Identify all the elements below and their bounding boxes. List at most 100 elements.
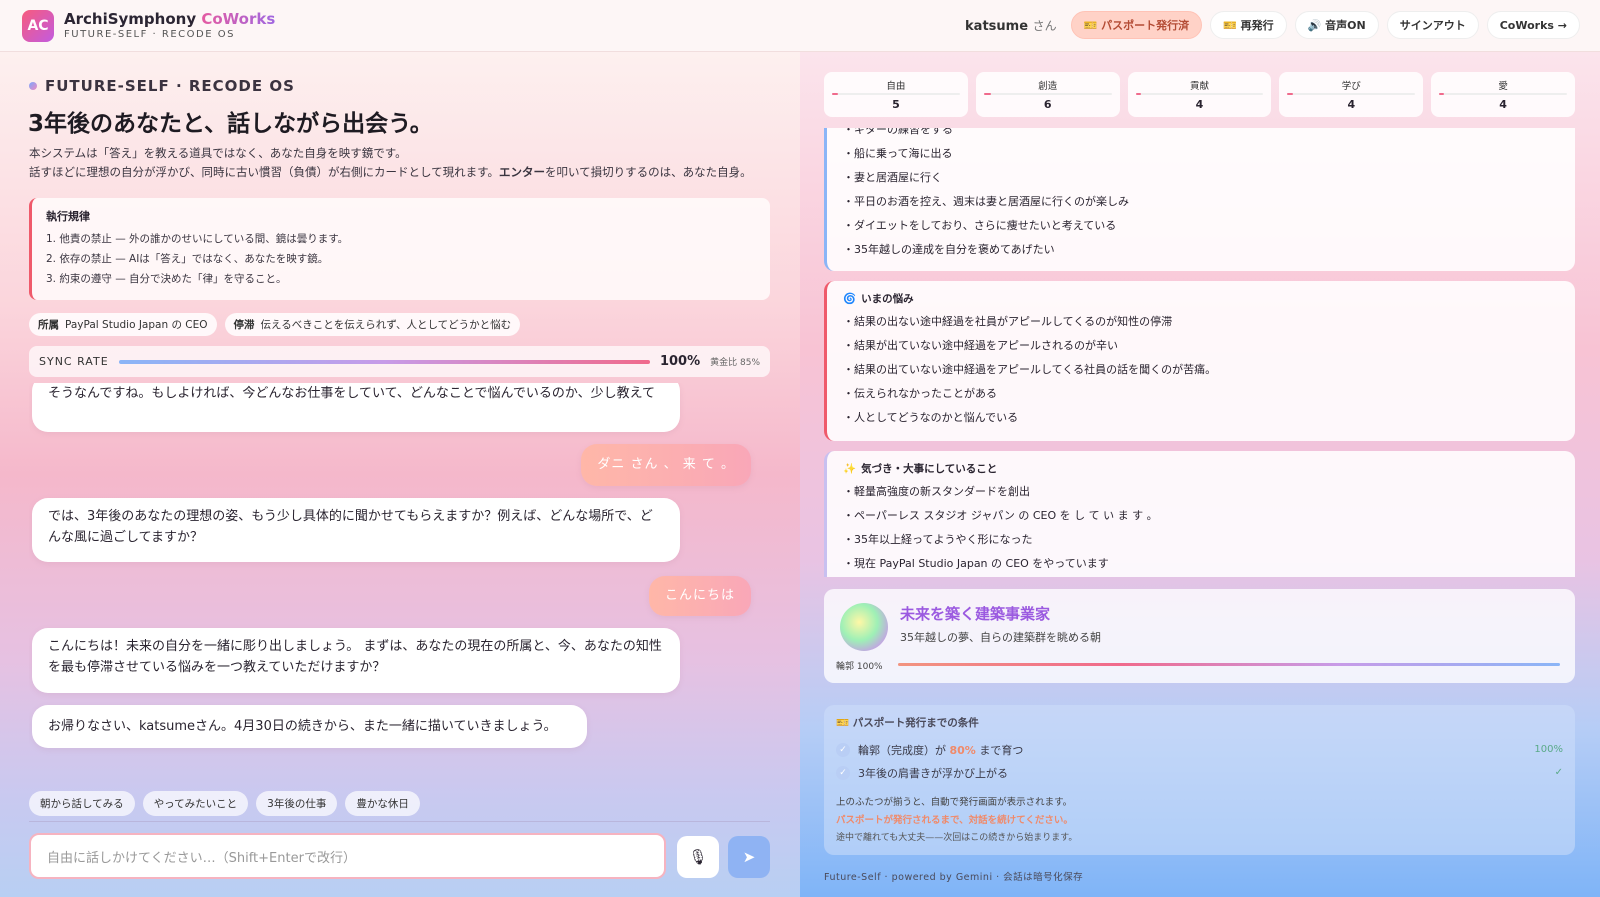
condition-outline: ✓ 輪郭（完成度）が 80% まで育つ 100% [836, 738, 1563, 761]
stat-freedom: 自由 5 [824, 72, 968, 117]
stat-contribution: 貢献 4 [1127, 72, 1272, 117]
kicker: FUTURE-SELF · RECODE OS [29, 77, 295, 95]
passport-issued-button[interactable]: 🎫 パスポート発行済 [1070, 11, 1203, 39]
stat-track [1287, 93, 1416, 95]
check-icon: ✓ [836, 765, 850, 780]
brand-main: ArchiSymphony [64, 10, 197, 28]
ai-message: では、3年後のあなたの理想の姿、もう少し具体的に聞かせてもらえますか？例えば、ど… [32, 498, 680, 562]
footer: Future-Self · powered by Gemini · 会話は暗号化… [824, 872, 1084, 883]
profile-chips: 所属 PayPal Studio Japan の CEO 停滞 伝えるべきことを伝え… [29, 313, 521, 336]
reissue-button[interactable]: 🎫 再発行 [1210, 11, 1287, 39]
quick-prompt-button[interactable]: 朝から話してみる [29, 791, 135, 816]
card-item: ・ギターの練習をする [843, 128, 953, 136]
card-item: ・軽量高強度の新スタンダードを創出 [843, 485, 1030, 498]
passport-conditions: 🎫 パスポート発行までの条件 ✓ 輪郭（完成度）が 80% まで育つ 100% … [824, 705, 1575, 855]
rules-panel: 執行規律 1. 他責の禁止 — 外の誰かのせいにしている間、鏡は曇ります。 2.… [29, 198, 770, 300]
stat-name: 創造 [1038, 81, 1058, 92]
microphone-button[interactable]: 🎙 [677, 836, 719, 878]
chip-label: 所属 [38, 319, 59, 331]
card-title: 🌀 いまの悩み [843, 291, 1559, 306]
user-message: ダニ さん 、 来 て 。 [581, 444, 751, 486]
condition-title: ✓ 3年後の肩書きが浮かび上がる ✓ [836, 761, 1563, 784]
sync-progress-bar [118, 359, 650, 364]
worries-card[interactable]: 🌀 いまの悩み ・結果の出ない途中経過を社員がアピールしてくるのが知性の停滞 ・結… [824, 281, 1575, 441]
user-message: こんにちは [648, 576, 751, 616]
card-item: ・現在 PayPal Studio Japan の CEO をやっています [843, 557, 1109, 570]
ai-message: お帰りなさい、katsumeさん。4月30日の続きから、また一緒に描いていきまし… [32, 705, 587, 748]
card-item: ・妻と居酒屋に行く [843, 171, 942, 184]
quick-prompt-button[interactable]: やってみたいこと [142, 791, 249, 816]
swirl-icon: 🌀 [843, 293, 857, 305]
stat-fill [1287, 93, 1293, 95]
sync-value: 100% [659, 354, 701, 369]
future-orb-icon [840, 603, 888, 651]
condition-text-a: 輪郭（完成度）が [858, 743, 950, 757]
outline-progress-bar [898, 663, 1560, 666]
chat-input[interactable]: 自由に話しかけてください…（Shift+Enterで改行） [29, 833, 666, 879]
stat-fill [832, 93, 839, 95]
card-item: ・人としてどうなのかと悩んでいる [843, 411, 1019, 424]
user-suffix: さん [1032, 18, 1057, 33]
brand-subtitle: FUTURE-SELF · RECODE OS [64, 29, 235, 40]
sync-rate: SYNC RATE 100% 黄金比 85% [29, 346, 770, 377]
check-icon: ✓ [836, 742, 850, 757]
rules-title: 執行規律 [46, 210, 90, 223]
card-title: ✨ 気づき・大事にしていること [843, 461, 1559, 476]
card-item: ・35年以上経ってようやく形になった [843, 533, 1033, 546]
card-item: ・伝えられなかったことがある [843, 387, 997, 400]
card-item: ・船に乗って海に出る [843, 147, 953, 160]
coworks-link-button[interactable]: CoWorks → [1486, 11, 1580, 39]
kicker-text: FUTURE-SELF · RECODE OS [45, 77, 295, 95]
stat-name: 自由 [886, 81, 906, 92]
page-description: 本システムは「答え」を教える道具ではなく、あなた自身を映す鏡です。 話すほどに理… [29, 144, 752, 182]
ai-message: こんにちは！未来の自分を一緒に彫り出しましょう。 まずは、あなたの現在の所属と、… [32, 628, 680, 693]
card-item: ・平日のお酒を控え、週末は妻と居酒屋に行くのが楽しみ [843, 195, 1129, 208]
conditions-title: 🎫 パスポート発行までの条件 [836, 717, 979, 729]
chat-log[interactable]: そうなんですね。もしよければ、今どんなお仕事をしていて、どんなことで悩んでいるの… [29, 383, 770, 769]
kicker-dot-icon [29, 82, 37, 90]
condition-threshold: 80% [949, 743, 976, 757]
ai-message: そうなんですね。もしよければ、今どんなお仕事をしていて、どんなことで悩んでいるの… [32, 383, 680, 432]
future-self-card: 未来を築く建築事業家 35年越しの夢、自らの建築群を眺める朝 輪郭 100% [824, 589, 1575, 683]
quick-prompts: 朝から話してみる やってみたいこと 3年後の仕事 豊かな休日 [29, 791, 420, 816]
brand-title: ArchiSymphony CoWorks [64, 10, 275, 28]
stagnation-chip: 停滞 伝えるべきことを伝えられず、人としてどうかと悩む [224, 313, 521, 336]
stat-track [832, 93, 960, 95]
user-name: katsume さん [965, 17, 1057, 34]
stat-name: 学び [1341, 81, 1361, 92]
card-title-text: 気づき・大事にしていること [861, 463, 998, 475]
card-item: ・結果の出ない途中経過を社員がアピールしてくるのが知性の停滞 [843, 315, 1173, 328]
condition-check-icon: ✓ [1554, 767, 1563, 778]
voice-toggle-button[interactable]: 🔊 音声ON [1294, 11, 1379, 39]
desc-enter-keyword: エンター [499, 165, 545, 179]
condition-text-c: まで育つ [975, 743, 1024, 757]
rule-item: 2. 依存の禁止 — AIは「答え」ではなく、あなたを映す鏡。 [46, 253, 329, 265]
brand: ArchiSymphony CoWorks FUTURE-SELF · RECO… [64, 10, 275, 40]
stat-creation: 創造 6 [975, 72, 1120, 117]
send-icon: ➤ [742, 848, 756, 866]
quick-prompt-button[interactable]: 豊かな休日 [345, 791, 420, 816]
stat-fill [1439, 93, 1445, 95]
conditions-warning: パスポートが発行されるまで、対話を続けてください。 [836, 815, 1073, 826]
ideal-life-card[interactable]: ・ギターの練習をする ・船に乗って海に出る ・妻と居酒屋に行く ・平日のお酒を控… [824, 128, 1575, 271]
stat-learning: 学び 4 [1279, 72, 1424, 117]
future-title: 未来を築く建築事業家 [900, 605, 1051, 623]
future-subtitle: 35年越しの夢、自らの建築群を眺める朝 [900, 631, 1101, 644]
stat-value: 6 [1043, 98, 1052, 111]
send-button[interactable]: ➤ [728, 836, 770, 878]
card-item: ・結果が出ていない途中経過をアピールされるのが辛い [843, 339, 1118, 352]
sync-label: SYNC RATE [39, 355, 109, 368]
chip-label: 停滞 [233, 319, 255, 331]
quick-prompt-button[interactable]: 3年後の仕事 [256, 791, 338, 816]
sparkle-icon: ✨ [843, 463, 857, 475]
golden-ratio-label: 黄金比 85% [710, 358, 760, 368]
stat-track [1135, 93, 1264, 95]
signout-button[interactable]: サインアウト [1386, 11, 1479, 39]
insights-card[interactable]: ✨ 気づき・大事にしていること ・軽量高強度の新スタンダードを創出 ・ペーパーレス… [824, 451, 1575, 577]
app-logo[interactable]: AC [22, 10, 54, 42]
chip-value: 伝えるべきことを伝えられず、人としてどうかと悩む [260, 319, 512, 331]
desc-line-1: 本システムは「答え」を教える道具ではなく、あなた自身を映す鏡です。 [29, 146, 407, 160]
rule-item: 3. 約束の遵守 — 自分で決めた「律」を守ること。 [46, 273, 287, 285]
card-title-text: いまの悩み [861, 293, 914, 305]
conditions-hint: 途中で離れても大丈夫——次回はこの続きから始まります。 [836, 833, 1078, 843]
